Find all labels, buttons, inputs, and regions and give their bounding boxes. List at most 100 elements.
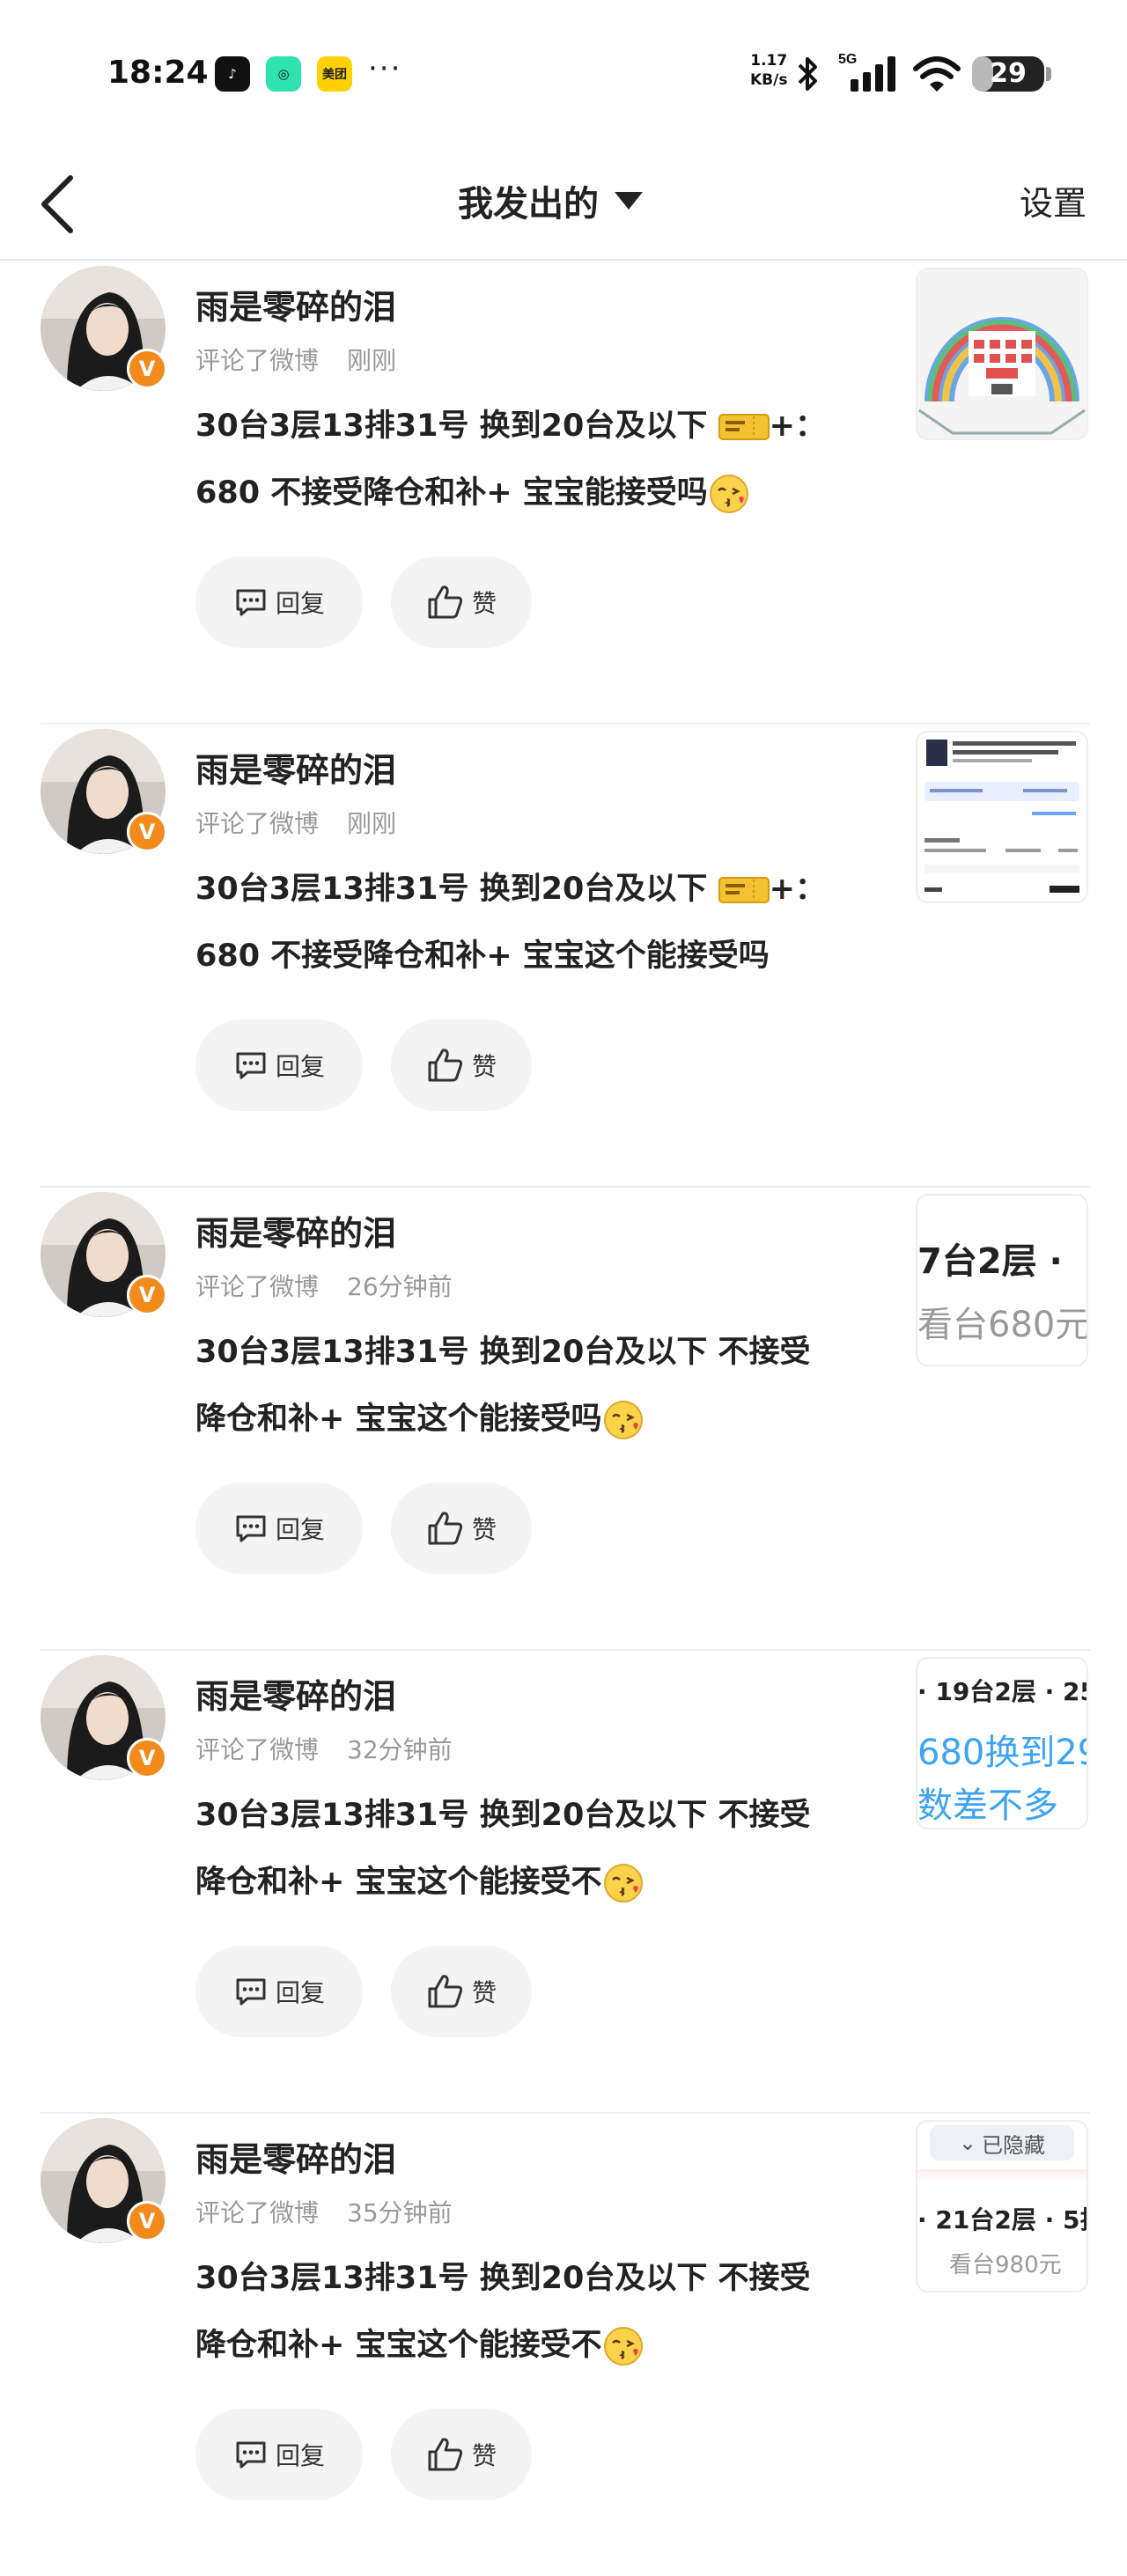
thumb-text: · 19台2层 · 25: [917, 1677, 1088, 1706]
comment-line: 降仓和补+ 宝宝这个能接受不: [195, 2312, 873, 2379]
post-thumbnail[interactable]: [916, 268, 1088, 440]
comment-content[interactable]: 30台3层13排31号 换到20台及以下 +： 680 不接受降仓和补+ 宝宝这个…: [195, 856, 873, 990]
comment-content[interactable]: 30台3层13排31号 换到20台及以下 不接受 降仓和补+ 宝宝这个能接受不: [195, 2245, 873, 2379]
like-button[interactable]: 赞: [391, 2409, 532, 2500]
kiss-emoji-icon: [603, 2327, 643, 2366]
comment-icon: [236, 2441, 266, 2469]
reply-label: 回复: [275, 1978, 325, 2007]
post-thumbnail[interactable]: ⌄ 已隐藏 · 21台2层 · 5排 看台980元: [916, 2120, 1088, 2293]
comment-card[interactable]: V 雨是零碎的泪 评论了微博 32分钟前 30台3层13排31号 换到20台及以下 不接…: [0, 1649, 1127, 2113]
hidden-post-image: ⌄ 已隐藏 · 21台2层 · 5排 看台980元: [917, 2122, 1086, 2291]
action-label: 评论了微博: [195, 809, 320, 838]
comment-text: 30台3层13排31号 换到20台及以下: [195, 872, 718, 907]
meituan-icon: 美团: [317, 56, 352, 92]
comment-text: 30台3层13排31号 换到20台及以下: [195, 408, 718, 444]
thumbs-up-icon: [428, 1512, 463, 1545]
settings-button[interactable]: 设置: [1020, 176, 1086, 224]
kiss-emoji-icon: [709, 475, 748, 513]
chevron-left-icon: [41, 175, 73, 233]
network-speed-value: 1.17: [750, 52, 788, 70]
username[interactable]: 雨是零碎的泪: [195, 1206, 396, 1255]
username[interactable]: 雨是零碎的泪: [195, 2132, 396, 2181]
filter-dropdown[interactable]: 我发出的: [458, 174, 643, 227]
comment-content[interactable]: 30台3层13排31号 换到20台及以下 +： 680 不接受降仓和补+ 宝宝能接…: [195, 393, 873, 526]
username[interactable]: 雨是零碎的泪: [195, 1669, 396, 1718]
comment-content[interactable]: 30台3层13排31号 换到20台及以下 不接受 降仓和补+ 宝宝这个能接受吗: [195, 1319, 873, 1453]
status-bar: 18:24 ♪ ◎ 美团 ··· 1.17 KB/s 5G 29: [0, 0, 1127, 150]
comment-icon: [236, 1978, 266, 2006]
wifi-icon: [913, 56, 961, 92]
network-type: 5G: [838, 52, 857, 67]
comment-text: 降仓和补+ 宝宝这个能接受吗: [195, 1402, 602, 1437]
reply-button[interactable]: 回复: [195, 1946, 363, 2037]
network-speed: 1.17 KB/s: [750, 51, 787, 90]
caret-down-icon: [615, 192, 643, 210]
kiss-emoji-icon: [603, 1401, 643, 1439]
reply-button[interactable]: 回复: [195, 556, 363, 648]
username[interactable]: 雨是零碎的泪: [195, 743, 396, 791]
thumb-text: 看台980元: [949, 2252, 1062, 2278]
thumb-text: 看台680元: [917, 1305, 1088, 1345]
comment-line: 30台3层13排31号 换到20台及以下 不接受: [195, 1782, 873, 1849]
like-label: 赞: [471, 1978, 497, 2007]
timestamp: 刚刚: [347, 809, 397, 838]
comment-card[interactable]: V 雨是零碎的泪评论了微博 刚刚 30台3层13排31号 换到20台及以下 +： 680…: [0, 723, 1127, 1187]
timestamp: 35分钟前: [347, 2198, 453, 2227]
comment-text: 680 不接受降仓和补+ 宝宝这个能接受吗: [195, 938, 770, 974]
timestamp: 32分钟前: [347, 1735, 453, 1764]
ticket-emoji-icon: [718, 414, 770, 440]
thumbs-up-icon: [428, 1049, 463, 1082]
tiktok-icon: ♪: [215, 56, 250, 92]
comment-card[interactable]: V 雨是零碎的泪 评论了微博 刚刚 30台3层13排31号 换到20台及以下 +： 680…: [0, 261, 1127, 724]
comment-meta: 评论了微博 刚刚: [195, 342, 396, 377]
reply-button[interactable]: 回复: [195, 1019, 363, 1111]
page-title: 我发出的: [458, 184, 599, 224]
reply-button[interactable]: 回复: [195, 1483, 363, 1574]
post-thumbnail[interactable]: 7台2层 · 看台680元: [916, 1194, 1088, 1366]
bluetooth-icon: [798, 57, 817, 91]
timestamp: 刚刚: [347, 346, 397, 375]
text-snapshot-image: 7台2层 · 看台680元: [917, 1196, 1086, 1365]
comment-card[interactable]: V 雨是零碎的泪评论了微博 35分钟前 30台3层13排31号 换到20台及以下 不接…: [0, 2112, 1127, 2576]
back-button[interactable]: [35, 167, 88, 238]
comment-icon: [236, 1515, 266, 1542]
comment-icon: [236, 1052, 266, 1079]
like-label: 赞: [471, 2441, 497, 2470]
hidden-badge: ⌄ 已隐藏: [930, 2125, 1074, 2160]
reply-label: 回复: [275, 1052, 325, 1081]
verified-badge-icon: V: [127, 2201, 167, 2241]
post-thumbnail[interactable]: · 19台2层 · 25 680换到29- 数差不多: [916, 1657, 1088, 1829]
comment-feed: V 雨是零碎的泪 评论了微博 刚刚 30台3层13排31号 换到20台及以下 +： 680…: [0, 261, 1127, 2576]
comment-text: 30台3层13排31号 换到20台及以下 不接受: [195, 1798, 811, 1833]
post-thumbnail[interactable]: [916, 731, 1088, 903]
chevron-down-icon: ⌄: [958, 2131, 977, 2155]
cellular-signal-icon: 5G: [838, 52, 895, 92]
like-button[interactable]: 赞: [391, 1483, 532, 1574]
green-app-icon: ◎: [266, 56, 301, 92]
like-label: 赞: [471, 1515, 497, 1544]
like-label: 赞: [471, 589, 497, 618]
comment-text: 680 不接受降仓和补+ 宝宝能接受吗: [195, 475, 708, 511]
username[interactable]: 雨是零碎的泪: [195, 280, 396, 328]
action-label: 评论了微博: [195, 346, 320, 375]
thumb-text: 680换到29-: [917, 1733, 1086, 1773]
thumb-text: 7台2层 ·: [917, 1241, 1063, 1282]
verified-badge-icon: V: [127, 812, 167, 852]
comment-content[interactable]: 30台3层13排31号 换到20台及以下 不接受 降仓和补+ 宝宝这个能接受不: [195, 1782, 873, 1916]
like-button[interactable]: 赞: [391, 556, 532, 648]
thumbs-up-icon: [428, 585, 463, 619]
comment-meta: 评论了微博 35分钟前: [195, 2194, 453, 2229]
thumb-text: 数差不多: [917, 1785, 1058, 1826]
header: 我发出的 设置: [0, 150, 1127, 261]
network-speed-unit: KB/s: [750, 71, 788, 89]
like-label: 赞: [471, 1052, 497, 1081]
reply-button[interactable]: 回复: [195, 2409, 363, 2500]
battery-icon: 29: [972, 56, 1044, 92]
comment-card[interactable]: V 雨是零碎的泪 评论了微博 26分钟前 30台3层13排31号 换到20台及以下 不接…: [0, 1186, 1127, 1650]
like-button[interactable]: 赞: [391, 1019, 532, 1111]
comment-line: 30台3层13排31号 换到20台及以下 +：: [195, 856, 873, 923]
comment-meta: 评论了微博 26分钟前: [195, 1268, 453, 1303]
like-button[interactable]: 赞: [391, 1946, 532, 2037]
action-bar: 回复 赞: [195, 1483, 560, 1574]
kiss-emoji-icon: [603, 1864, 643, 1903]
